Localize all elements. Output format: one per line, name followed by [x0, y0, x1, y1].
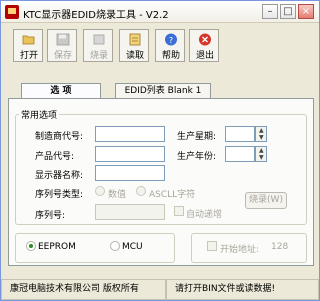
product-code-input[interactable]: [95, 146, 165, 162]
auto-increment-label: 自动递增: [186, 210, 223, 220]
year-spinner[interactable]: ▲ ▼: [255, 146, 267, 162]
main-window: KTC显示器EDID烧录工具 - V2.2 – □ × 打开 保存 烧录 读取 …: [0, 0, 320, 301]
start-address-label: 开始地址:: [220, 245, 260, 255]
status-company: 康冠电脑技术有限公司 版权所有: [1, 279, 166, 300]
window-title: KTC显示器EDID烧录工具 - V2.2: [23, 10, 169, 21]
radio-mcu-label: MCU: [122, 242, 143, 252]
minimize-button[interactable]: –: [262, 4, 278, 19]
burn-button[interactable]: 烧录: [83, 29, 113, 62]
manufacturer-label: 制造商代号:: [35, 132, 84, 142]
radio-mcu[interactable]: [110, 241, 120, 251]
product-code-label: 产品代号:: [35, 152, 75, 162]
radio-ascii-label: ASCLL字符: [149, 190, 196, 200]
open-label: 打开: [19, 51, 38, 61]
maximize-button[interactable]: □: [280, 4, 296, 19]
common-options-title: 常用选项: [19, 108, 60, 121]
radio-ascii[interactable]: [136, 186, 146, 196]
exit-button[interactable]: 退出: [189, 29, 219, 62]
serial-type-label: 序列号类型:: [35, 190, 84, 200]
save-label: 保存: [53, 51, 72, 61]
help-label: 帮助: [161, 51, 180, 61]
spin-down-icon: ▼: [259, 134, 264, 141]
radio-decimal[interactable]: [95, 186, 105, 196]
week-input[interactable]: [225, 126, 255, 142]
serial-number-input[interactable]: [95, 204, 165, 220]
save-button[interactable]: 保存: [47, 29, 77, 62]
save-icon: [56, 33, 70, 46]
exit-label: 退出: [195, 51, 214, 61]
spin-down-icon: ▼: [259, 154, 264, 161]
read-icon: [129, 33, 141, 46]
week-spinner[interactable]: ▲ ▼: [255, 126, 267, 142]
app-icon: [5, 5, 19, 19]
start-address-value: 128: [271, 242, 289, 252]
options-panel: [8, 98, 314, 266]
svg-text:?: ?: [169, 36, 173, 45]
radio-eeprom[interactable]: [26, 241, 36, 251]
spin-up-icon: ▲: [259, 147, 264, 154]
spin-up-icon: ▲: [259, 127, 264, 134]
tab-edid-list[interactable]: EDID列表 Blank 1: [115, 83, 211, 99]
burn-icon: [93, 34, 105, 45]
burn-label: 烧录: [89, 51, 108, 61]
read-label: 读取: [125, 51, 144, 61]
exit-icon: [199, 33, 211, 46]
read-button[interactable]: 读取: [119, 29, 149, 62]
manufacturer-input[interactable]: [95, 126, 165, 142]
radio-decimal-label: 数值: [108, 190, 127, 200]
status-message: 请打开BIN文件或读数据!: [166, 279, 319, 300]
folder-open-icon: [22, 35, 35, 45]
title-bar[interactable]: KTC显示器EDID烧录工具 - V2.2 – □ ×: [1, 1, 319, 23]
help-button[interactable]: ? 帮助: [155, 29, 185, 62]
week-label: 生产星期:: [177, 132, 217, 142]
year-label: 生产年份:: [177, 152, 217, 162]
serial-number-label: 序列号:: [35, 211, 66, 221]
burn-w-button[interactable]: 烧录(W): [245, 192, 287, 209]
auto-increment-checkbox[interactable]: [174, 206, 184, 216]
display-name-input[interactable]: [95, 165, 165, 181]
display-name-label: 显示器名称:: [35, 171, 84, 181]
radio-eeprom-label: EEPROM: [38, 242, 76, 252]
help-icon: ?: [165, 33, 177, 46]
status-bar: 康冠电脑技术有限公司 版权所有 请打开BIN文件或读数据!: [1, 279, 319, 300]
year-input[interactable]: [225, 146, 255, 162]
open-button[interactable]: 打开: [13, 29, 43, 62]
start-address-checkbox[interactable]: [207, 241, 217, 251]
close-button[interactable]: ×: [298, 4, 314, 19]
